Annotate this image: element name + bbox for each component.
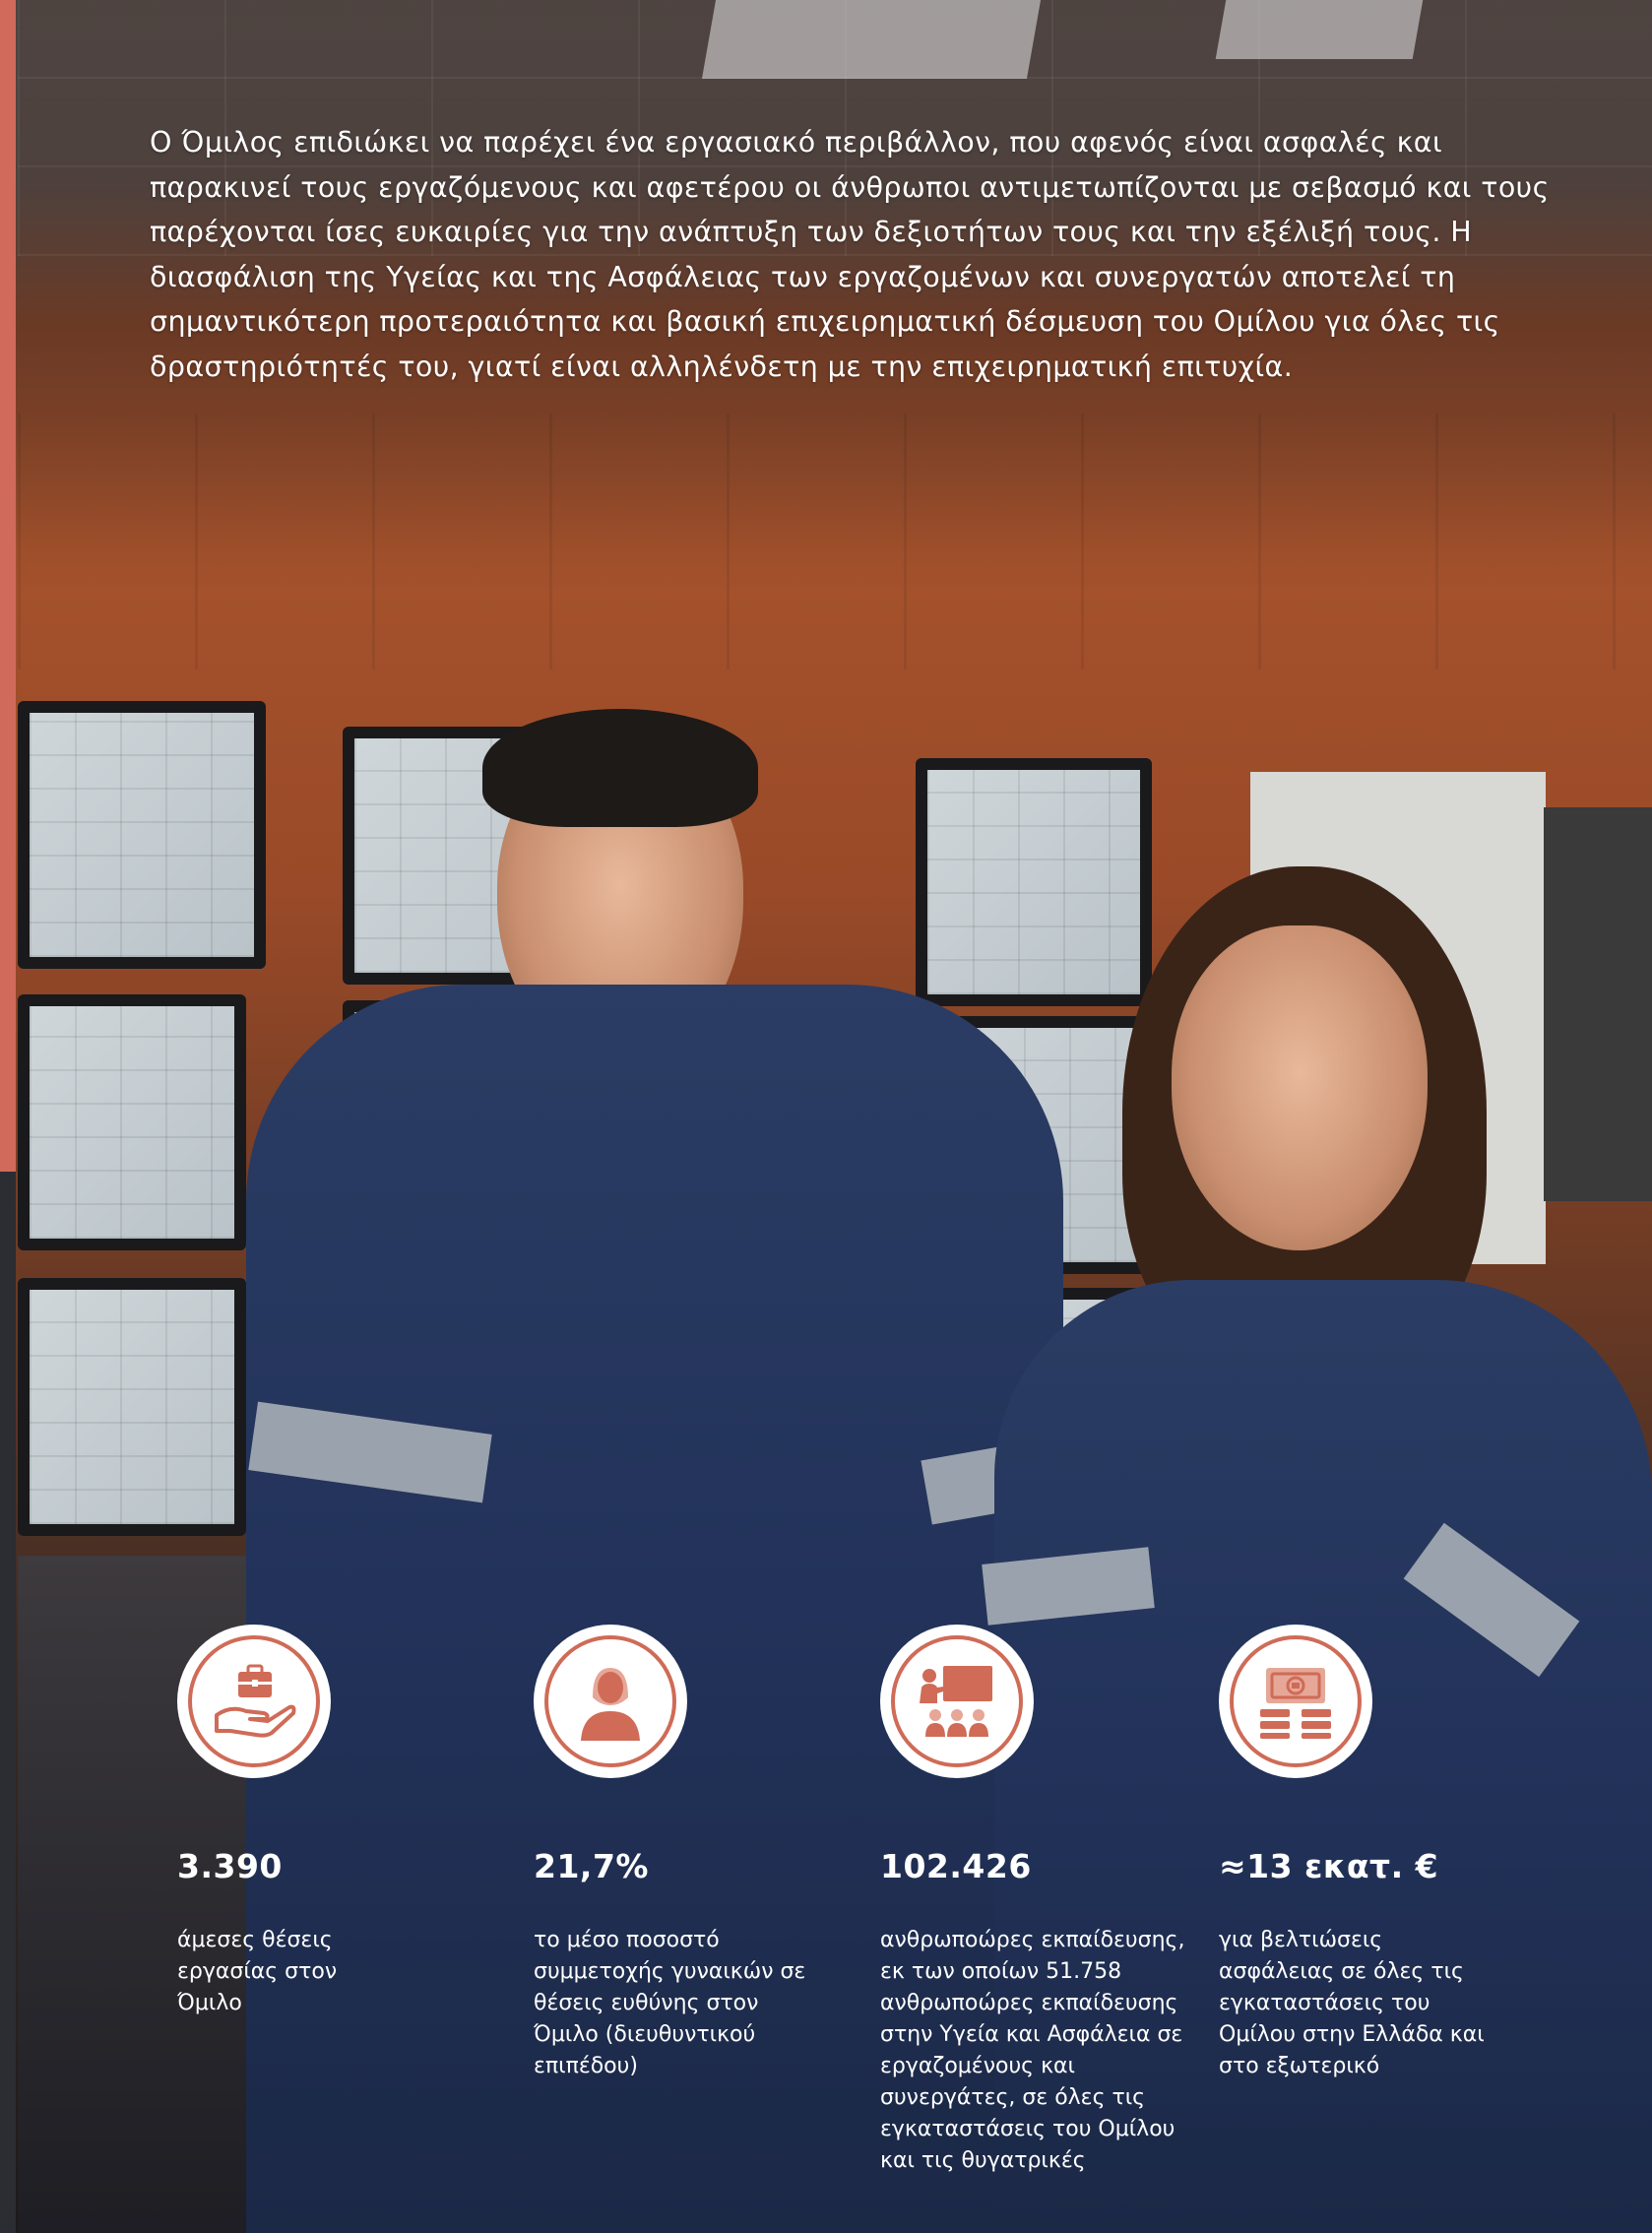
ceiling-light <box>1215 0 1424 59</box>
side-accent-bar <box>0 1172 16 2233</box>
ceiling-light <box>701 0 1042 79</box>
control-monitor <box>18 701 266 969</box>
wall-panels <box>18 414 1652 670</box>
money-stack-icon <box>1260 1668 1331 1739</box>
side-accent-bar <box>0 0 16 1172</box>
page: Ο Όμιλος επιδιώκει να παρέχει ένα εργασι… <box>0 0 1652 2233</box>
stat-description: ανθρωποώρες εκπαίδευσης, εκ των οποίων 5… <box>880 1928 1185 2173</box>
control-monitor <box>18 994 246 1250</box>
stat-safety-investment: ≈13 εκατ. € για βελτιώσεις ασφάλειας σε … <box>1219 1625 1544 2082</box>
stat-value: 3.390 <box>177 1847 283 1885</box>
stat-description: για βελτιώσεις ασφάλειας σε όλες τις εγκ… <box>1219 1928 1485 2078</box>
stat-jobs: 3.390 άμεσες θέσεις εργασίας στον Όμιλο <box>177 1625 502 2019</box>
woman-icon <box>581 1668 640 1741</box>
briefcase-hand-icon <box>215 1664 296 1738</box>
stat-value: 102.426 <box>880 1847 1032 1885</box>
stat-icon-badge <box>534 1625 687 1778</box>
stat-icon-badge <box>1219 1625 1372 1778</box>
training-icon <box>920 1666 992 1737</box>
control-monitor <box>18 1278 246 1536</box>
stat-value: 21,7% <box>534 1847 649 1885</box>
stat-description: το μέσο ποσοστό συμμετοχής γυναικών σε θ… <box>534 1928 806 2078</box>
stat-training-hours: 102.426 ανθρωποώρες εκπαίδευσης, εκ των … <box>880 1625 1205 2177</box>
stat-description: άμεσες θέσεις εργασίας στον Όμιλο <box>177 1928 338 2015</box>
stat-women: 21,7% το μέσο ποσοστό συμμετοχής γυναικώ… <box>534 1625 858 2082</box>
stat-value: ≈13 εκατ. € <box>1219 1847 1439 1885</box>
stat-icon-badge <box>177 1625 331 1778</box>
stat-icon-badge <box>880 1625 1034 1778</box>
intro-paragraph: Ο Όμιλος επιδιώκει να παρέχει ένα εργασι… <box>150 126 1550 383</box>
